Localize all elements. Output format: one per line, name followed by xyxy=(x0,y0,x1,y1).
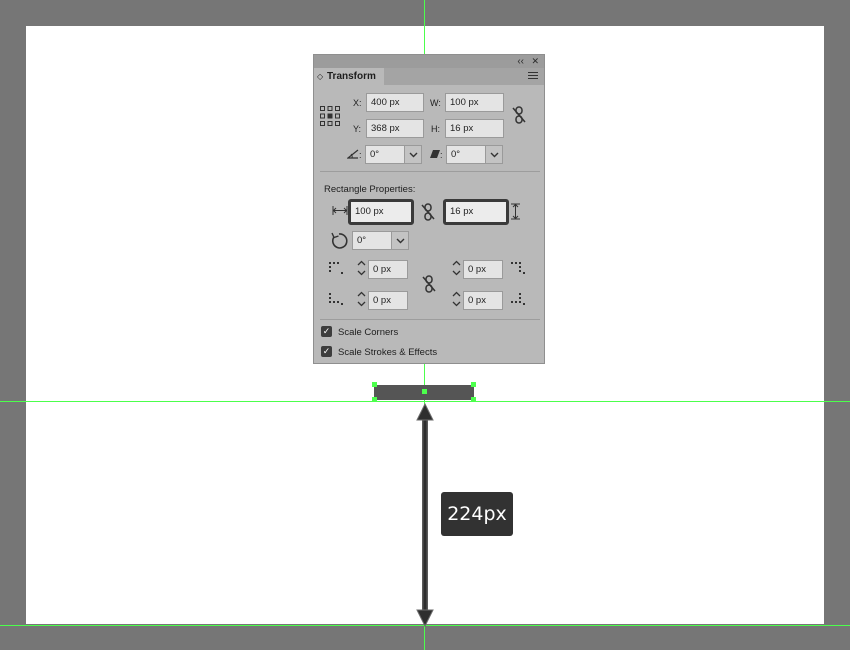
corner-tr-field[interactable]: 0 px xyxy=(463,260,503,279)
rotate-field[interactable]: 0° xyxy=(365,145,405,164)
shear-label: : xyxy=(440,150,443,160)
stepper-arrows-icon xyxy=(452,260,460,276)
center-point[interactable] xyxy=(422,389,427,394)
rotate-dropdown[interactable] xyxy=(404,145,422,164)
corners-link-icon[interactable] xyxy=(422,275,436,293)
collapse-panel-icon[interactable]: ‹‹ xyxy=(517,55,524,68)
shear-field[interactable]: 0° xyxy=(446,145,486,164)
close-panel-icon[interactable]: ✕ xyxy=(531,55,539,68)
corner-bottom-left-icon xyxy=(329,293,343,305)
reference-point-icon[interactable] xyxy=(320,106,340,126)
scale-corners-label: Scale Corners xyxy=(338,327,399,338)
measurement-tooltip: 224px xyxy=(441,492,513,536)
panel-menu-icon[interactable] xyxy=(528,72,538,81)
anchor-point[interactable] xyxy=(372,397,377,402)
chevron-down-icon xyxy=(396,238,404,244)
stepper-arrows-icon xyxy=(452,291,460,307)
stepper-arrows-icon xyxy=(357,291,365,307)
section-divider xyxy=(320,319,540,320)
w-field[interactable]: 100 px xyxy=(445,93,504,112)
h-field[interactable]: 16 px xyxy=(445,119,504,138)
tab-transform-label: Transform xyxy=(327,71,376,82)
width-arrows-icon xyxy=(332,206,348,215)
corner-top-right-icon xyxy=(511,262,525,274)
rotate-label: : xyxy=(359,150,362,160)
y-field[interactable]: 368 px xyxy=(366,119,424,138)
height-arrows-icon xyxy=(511,203,520,220)
anchor-point[interactable] xyxy=(372,382,377,387)
panel-titlebar[interactable]: ‹‹ ✕ xyxy=(314,55,544,68)
panel-tabbar: ◇ Transform xyxy=(314,68,544,85)
corner-bl-stepper[interactable] xyxy=(354,291,368,310)
h-label: H: xyxy=(431,124,440,134)
scale-corners-checkbox[interactable]: ✓ xyxy=(321,326,332,337)
shear-dropdown[interactable] xyxy=(485,145,503,164)
corner-tl-stepper[interactable] xyxy=(354,260,368,279)
scale-strokes-checkbox[interactable]: ✓ xyxy=(321,346,332,357)
tab-transform[interactable]: ◇ Transform xyxy=(314,68,384,85)
w-label: W: xyxy=(430,98,441,108)
rect-height-field[interactable]: 16 px xyxy=(443,199,509,225)
rect-width-field[interactable]: 100 px xyxy=(348,199,414,225)
rotate-shape-icon xyxy=(331,232,348,249)
rect-rotation-field[interactable]: 0° xyxy=(352,231,392,250)
stepper-arrows-icon xyxy=(357,260,365,276)
scale-strokes-label: Scale Strokes & Effects xyxy=(338,347,438,358)
x-field[interactable]: 400 px xyxy=(366,93,424,112)
transform-panel: ‹‹ ✕ ◇ Transform X: 400 px W: 100 px Y: … xyxy=(313,54,545,364)
corner-tl-field[interactable]: 0 px xyxy=(368,260,408,279)
corner-bl-field[interactable]: 0 px xyxy=(368,291,408,310)
anchor-point[interactable] xyxy=(471,382,476,387)
corner-top-left-icon xyxy=(329,262,343,274)
corner-tr-stepper[interactable] xyxy=(449,260,463,279)
x-label: X: xyxy=(353,98,362,108)
y-label: Y: xyxy=(353,124,362,134)
chevron-down-icon xyxy=(490,152,498,158)
corner-br-field[interactable]: 0 px xyxy=(463,291,503,310)
measurement-arrow xyxy=(416,402,434,628)
chevron-down-icon xyxy=(409,152,417,158)
anchor-point[interactable] xyxy=(471,397,476,402)
rect-constrain-link-icon[interactable] xyxy=(421,203,435,221)
tab-chevron-icon: ◇ xyxy=(317,72,324,81)
corner-bottom-right-icon xyxy=(511,293,525,305)
rectangle-properties-title: Rectangle Properties: xyxy=(324,184,416,195)
rect-rotation-dropdown[interactable] xyxy=(391,231,409,250)
corner-br-stepper[interactable] xyxy=(449,291,463,310)
rotate-angle-icon xyxy=(347,149,359,159)
constrain-link-icon[interactable] xyxy=(512,106,526,124)
section-divider xyxy=(320,171,540,172)
